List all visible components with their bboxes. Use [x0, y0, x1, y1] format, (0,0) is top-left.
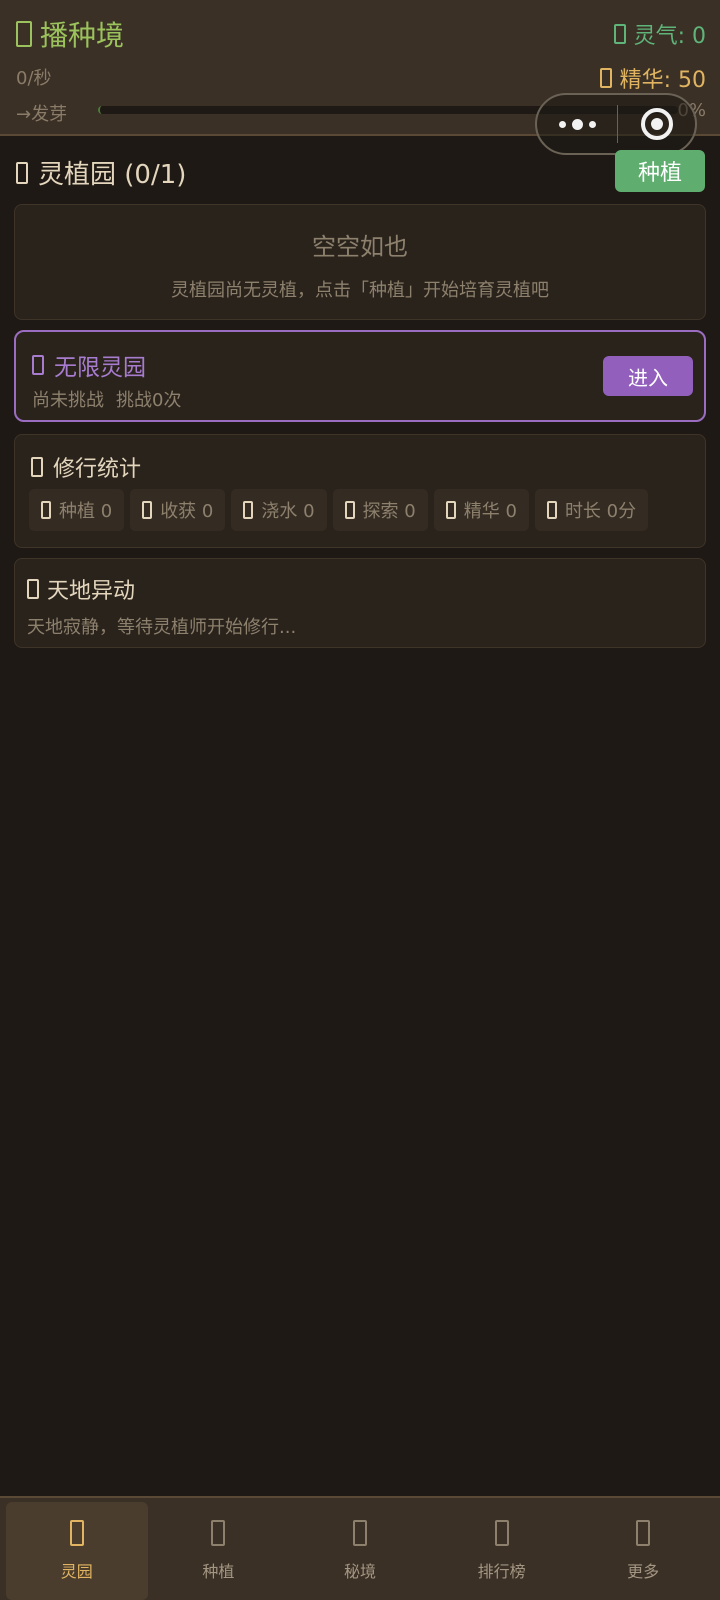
- stat-chip-label: 浇水 0: [261, 501, 315, 522]
- essence-icon: [599, 68, 612, 88]
- stat-chip-harvest: 收获 0: [130, 489, 226, 531]
- app-screen: 播种境 灵气: 0 0/秒 精华: 50 →发芽 0% 灵植园 (0/1) 种植…: [0, 0, 720, 1600]
- qi-icon: [613, 24, 626, 44]
- garden-section-title: 灵植园 (0/1): [16, 154, 186, 191]
- target-icon: [640, 108, 673, 140]
- events-title: 天地异动: [27, 573, 135, 605]
- challenge-status: 尚未挑战: [32, 390, 104, 411]
- challenge-count: 挑战0次: [116, 390, 182, 411]
- water-icon: [243, 501, 254, 519]
- realm-title: 播种境: [16, 14, 124, 54]
- plant-tab-icon: [211, 1520, 226, 1546]
- clock-icon: [546, 501, 557, 519]
- essence-counter: 精华: 50: [599, 62, 706, 94]
- stat-chip-label: 时长 0分: [564, 501, 637, 522]
- stat-chip-essence: 精华 0: [433, 489, 529, 531]
- stats-chips: 种植 0 收获 0 浇水 0 探索 0 精华 0 时长 0分: [29, 489, 649, 531]
- harvest-icon: [142, 501, 153, 519]
- essence-value: 精华: 50: [619, 68, 706, 93]
- events-icon: [27, 579, 39, 599]
- infinite-garden-status: 尚未挑战 挑战0次: [32, 386, 181, 412]
- infinite-icon: [32, 355, 44, 375]
- explore-icon: [344, 501, 355, 519]
- empty-title: 空空如也: [312, 233, 408, 261]
- stats-icon: [31, 457, 43, 477]
- tab-label: 秘境: [343, 1562, 376, 1581]
- leaderboard-tab-icon: [494, 1520, 509, 1546]
- plant-button[interactable]: 种植: [615, 150, 705, 192]
- stat-chip-label: 收获 0: [160, 501, 214, 522]
- garden-title-text: 灵植园 (0/1): [38, 160, 187, 190]
- more-tab-icon: [636, 1520, 651, 1546]
- tab-secret-realm[interactable]: 秘境: [289, 1502, 431, 1600]
- world-events-card: 天地异动 天地寂静，等待灵植师开始修行...: [14, 558, 706, 648]
- qi-counter: 灵气: 0: [613, 18, 706, 50]
- stat-chip-plant: 种植 0: [29, 489, 125, 531]
- close-miniprogram-button[interactable]: [618, 108, 695, 140]
- stat-chip-label: 精华 0: [463, 501, 517, 522]
- stat-chip-water: 浇水 0: [231, 489, 327, 531]
- dot-icon: [558, 120, 566, 128]
- stats-title-text: 修行统计: [53, 457, 142, 482]
- stats-title: 修行统计: [31, 451, 141, 483]
- tab-plant[interactable]: 种植: [148, 1502, 290, 1600]
- tab-label: 种植: [202, 1562, 235, 1581]
- secret-realm-tab-icon: [352, 1520, 367, 1546]
- events-description: 天地寂静，等待灵植师开始修行...: [27, 617, 297, 638]
- empty-garden-card: 空空如也 灵植园尚无灵植，点击「种植」开始培育灵植吧: [14, 204, 706, 320]
- tab-label: 排行榜: [477, 1562, 526, 1581]
- enter-button[interactable]: 进入: [603, 356, 693, 396]
- tab-more[interactable]: 更多: [572, 1502, 714, 1600]
- tab-leaderboard[interactable]: 排行榜: [431, 1502, 573, 1600]
- cultivation-stats-card: 修行统计 种植 0 收获 0 浇水 0 探索 0 精华 0 时长 0分: [14, 434, 706, 548]
- infinite-garden-card: 无限灵园 尚未挑战 挑战0次 进入: [14, 330, 706, 422]
- events-title-text: 天地异动: [47, 579, 136, 604]
- stat-chip-duration: 时长 0分: [534, 489, 649, 531]
- realm-title-text: 播种境: [40, 19, 125, 52]
- tab-label: 更多: [627, 1562, 660, 1581]
- infinite-garden-title: 无限灵园: [32, 348, 146, 382]
- garden-icon: [16, 161, 28, 184]
- infinite-title-text: 无限灵园: [54, 355, 146, 381]
- plant-icon: [41, 501, 51, 519]
- bottom-tab-bar: 灵园 种植 秘境 排行榜 更多: [0, 1496, 720, 1600]
- tab-garden[interactable]: 灵园: [6, 1502, 148, 1600]
- tab-label: 灵园: [60, 1562, 93, 1581]
- stat-chip-label: 探索 0: [362, 501, 416, 522]
- qi-rate: 0/秒: [16, 68, 52, 89]
- qi-value: 灵气: 0: [633, 24, 706, 49]
- next-stage-label: →发芽: [16, 104, 68, 125]
- empty-description: 灵植园尚无灵植，点击「种植」开始培育灵植吧: [171, 280, 549, 301]
- dot-icon: [571, 118, 583, 130]
- sprout-icon: [16, 21, 32, 47]
- garden-tab-icon: [69, 1520, 84, 1546]
- more-options-button[interactable]: [537, 95, 617, 153]
- essence-icon: [445, 501, 456, 519]
- stat-chip-explore: 探索 0: [332, 489, 428, 531]
- dot-icon: [588, 120, 596, 128]
- stat-chip-label: 种植 0: [59, 501, 113, 522]
- miniprogram-capsule: [535, 93, 697, 155]
